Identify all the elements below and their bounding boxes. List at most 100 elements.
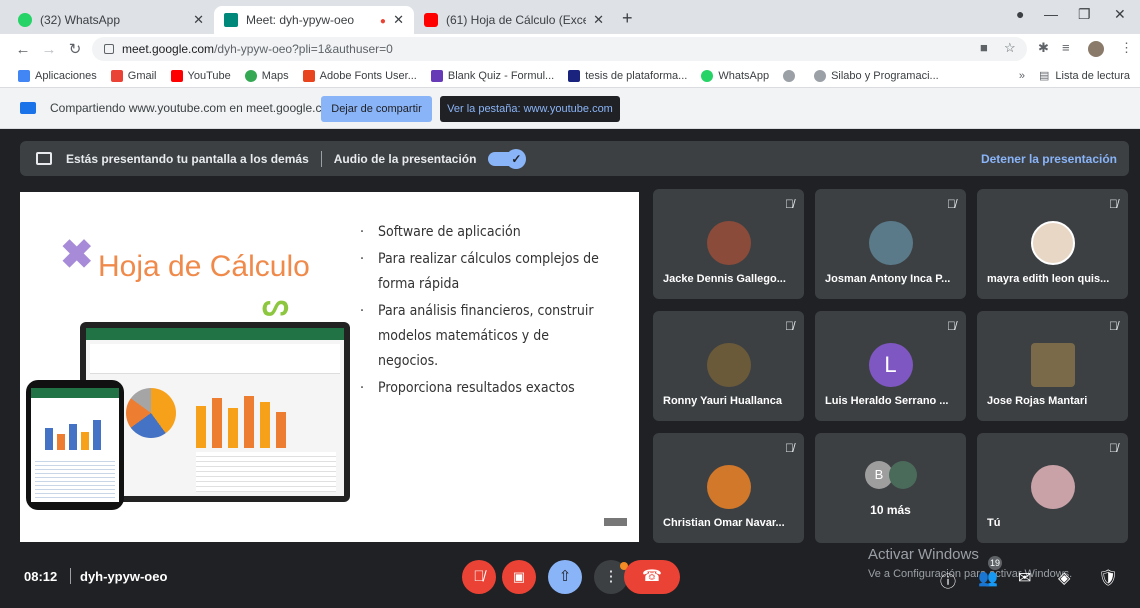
- mic-off-icon: 🎙̸: [785, 319, 794, 333]
- divider: [70, 568, 71, 584]
- bookmark-item[interactable]: tesis de plataforma...: [568, 69, 687, 82]
- participant-tile[interactable]: 🎙̸ Jose Rojas Mantari: [977, 311, 1128, 421]
- adobe-icon: [302, 69, 315, 82]
- participant-tile[interactable]: 🎙̸ Josman Antony Inca P...: [815, 189, 966, 299]
- close-tab-icon[interactable]: ✕: [593, 12, 604, 28]
- presenting-bar: Estás presentando tu pantalla a los demá…: [20, 141, 1129, 176]
- bookmark-item[interactable]: Gmail: [110, 69, 157, 82]
- bullet-item: Software de aplicación: [360, 216, 610, 245]
- slide-marker: [604, 518, 627, 526]
- avatar[interactable]: [1088, 41, 1104, 57]
- close-tab-icon[interactable]: ● ✕: [380, 12, 404, 28]
- stop-presenting-button[interactable]: Detener la presentación: [981, 152, 1117, 166]
- reload-icon[interactable]: ↻: [64, 40, 86, 58]
- stop-sharing-button[interactable]: Dejar de compartir: [321, 96, 432, 122]
- apps-icon: [18, 69, 30, 82]
- youtube-icon: [170, 69, 183, 82]
- close-tab-icon[interactable]: ✕: [193, 12, 204, 28]
- phone-image: [26, 380, 124, 510]
- close-window-icon[interactable]: ✕: [1114, 6, 1126, 23]
- tab-whatsapp[interactable]: (32) WhatsApp ✕: [8, 6, 214, 34]
- mic-off-icon: 🎙̸: [785, 441, 794, 455]
- gmail-icon: [110, 69, 123, 82]
- menu-icon[interactable]: ⋮: [1120, 40, 1133, 56]
- bookmark-item[interactable]: WhatsApp: [701, 69, 769, 82]
- avatar: L: [868, 343, 913, 387]
- activities-icon[interactable]: ◈: [1058, 568, 1070, 588]
- youtube-icon: [424, 13, 438, 27]
- avatar: [706, 465, 751, 509]
- bookmark-item[interactable]: Adobe Fonts User...: [302, 69, 417, 82]
- avatar: [706, 221, 751, 265]
- avatar: [889, 461, 917, 489]
- sharing-infobar: Compartiendo www.youtube.com en meet.goo…: [0, 88, 1140, 129]
- bullet-item: Para realizar cálculos complejos de form…: [360, 243, 610, 297]
- meeting-controls: 08:12 dyh-ypyw-oeo 🎙̸ ▣ ⇧ ⋮ ☎ Activar Wi…: [0, 546, 1140, 608]
- media-icon[interactable]: ≡: [1062, 40, 1070, 55]
- mic-off-icon: 🎙̸: [1109, 197, 1118, 211]
- bookmark-item[interactable]: YouTube: [170, 69, 231, 82]
- present-button[interactable]: ⇧: [548, 560, 582, 594]
- slide-title: Hoja de Cálculo: [98, 250, 310, 283]
- mic-off-button[interactable]: 🎙̸: [462, 560, 496, 594]
- whatsapp-icon: [701, 69, 714, 82]
- extensions-icon[interactable]: ✱: [1038, 40, 1049, 56]
- slide-bullets: Software de aplicación Para realizar cál…: [360, 216, 610, 403]
- more-bookmarks-icon[interactable]: »: [1019, 70, 1025, 82]
- tab-youtube[interactable]: (61) Hoja de Cálculo (Excel) ( ✕: [414, 6, 614, 34]
- meet-icon: [224, 13, 238, 27]
- bookmark-item[interactable]: Aplicaciones: [18, 69, 97, 82]
- self-tile[interactable]: 🎙̸ Tú: [977, 433, 1128, 543]
- meeting-code: dyh-ypyw-oeo: [80, 569, 168, 584]
- globe-icon: [783, 69, 796, 82]
- presentation-slide: ✖ Hoja de Cálculo ᔕ Software de aplicaci…: [20, 192, 639, 542]
- reading-list[interactable]: » ▤ Lista de lectura: [1019, 69, 1130, 82]
- more-participants-tile[interactable]: B 10 más: [815, 433, 966, 543]
- bookmark-item[interactable]: Silabo y Programaci...: [814, 69, 939, 82]
- mic-off-icon: 🎙̸: [785, 197, 794, 211]
- participant-tile[interactable]: 🎙̸ mayra edith leon quis...: [977, 189, 1128, 299]
- avatar: [1030, 465, 1075, 509]
- participant-tile[interactable]: 🎙̸ Ronny Yauri Huallanca: [653, 311, 804, 421]
- profile-icon[interactable]: ●: [1016, 6, 1024, 22]
- chat-icon[interactable]: ✉: [1018, 568, 1031, 588]
- camera-off-button[interactable]: ▣: [502, 560, 536, 594]
- bookmark-item[interactable]: Maps: [244, 69, 289, 82]
- forward-icon[interactable]: →: [38, 41, 60, 58]
- back-icon[interactable]: ←: [12, 41, 34, 58]
- participant-tile[interactable]: 🎙̸ Jacke Dennis Gallego...: [653, 189, 804, 299]
- participant-tile[interactable]: 🎙̸ L Luis Heraldo Serrano ...: [815, 311, 966, 421]
- new-tab-button[interactable]: +: [622, 8, 633, 29]
- camera-icon[interactable]: ■: [980, 40, 988, 55]
- bookmarks-bar: Aplicaciones Gmail YouTube Maps Adobe Fo…: [0, 64, 1140, 88]
- windows-watermark: Activar Windows: [868, 546, 979, 563]
- participant-tile[interactable]: 🎙̸ Christian Omar Navar...: [653, 433, 804, 543]
- mic-off-icon: 🎙̸: [1109, 441, 1118, 455]
- people-icon[interactable]: 👥: [978, 568, 998, 588]
- star-icon[interactable]: ☆: [1004, 40, 1016, 56]
- bookmark-item[interactable]: Blank Quiz - Formul...: [430, 69, 554, 82]
- avatar: [868, 221, 913, 265]
- whatsapp-icon: [18, 13, 32, 27]
- tab-meet[interactable]: Meet: dyh-ypyw-oeo ● ✕: [214, 6, 414, 34]
- meeting-time: 08:12: [24, 569, 58, 584]
- avatar: [1030, 343, 1075, 387]
- mic-off-icon: 🎙̸: [1109, 319, 1118, 333]
- host-controls-icon[interactable]: 🛡: [1098, 568, 1118, 588]
- leave-call-button[interactable]: ☎: [624, 560, 680, 594]
- maps-icon: [244, 69, 257, 82]
- doc-icon: [568, 69, 581, 82]
- bookmark-item[interactable]: [783, 69, 800, 82]
- reading-list-icon: ▤: [1038, 70, 1050, 82]
- address-bar: ← → ↻ meet.google.com/dyh-ypyw-oeo?pli=1…: [0, 34, 1140, 64]
- minimize-icon[interactable]: —: [1044, 6, 1058, 22]
- info-icon[interactable]: ⓘ: [940, 568, 956, 592]
- x-mark-icon: ✖: [60, 233, 94, 277]
- forms-icon: [430, 69, 443, 82]
- check-icon: ✓: [506, 148, 527, 169]
- restore-icon[interactable]: ❐: [1078, 6, 1091, 23]
- url-field[interactable]: meet.google.com/dyh-ypyw-oeo?pli=1&authu…: [92, 37, 1027, 61]
- goto-tab-button[interactable]: Ver la pestaña: www.youtube.com: [440, 96, 620, 122]
- audio-toggle[interactable]: ✓: [488, 148, 527, 169]
- lock-icon: [104, 44, 114, 54]
